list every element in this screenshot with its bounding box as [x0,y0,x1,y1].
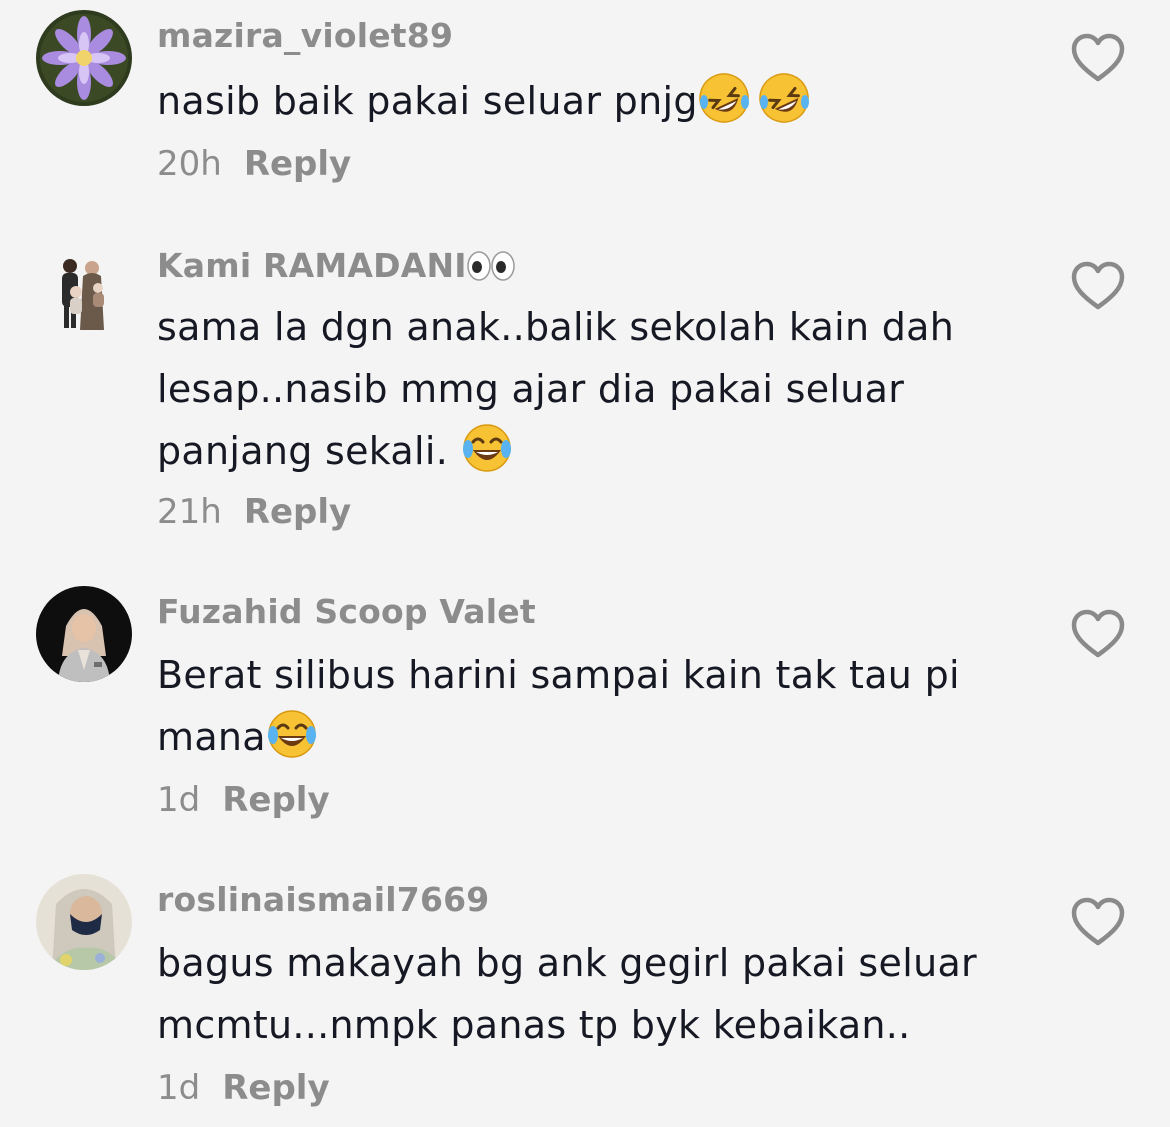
heart-outline-icon[interactable] [1070,896,1126,948]
comment-username[interactable]: Kami RAMADANI [157,246,515,285]
comment-text-line: mcmtu...nmpk panas tp byk kebaikan.. [157,1003,911,1047]
avatar[interactable] [36,10,132,106]
tears-of-joy-emoji [461,422,513,474]
comment-text-line: lesap..nasib mmg ajar dia pakai seluar [157,367,905,411]
comment-text-line: panjang sekali. [157,429,449,473]
comment-username-text: Kami RAMADANI [157,246,467,285]
comment-item: roslinaismail7669 bagus makayah bg ank g… [0,866,1170,1127]
comment-text-line: sama la dgn anak..balik sekolah kain dah [157,305,955,349]
comment-text: Berat silibus harini sampai kain tak tau… [157,644,1037,768]
comment-time: 1d [157,780,201,820]
comment-username[interactable]: mazira_violet89 [157,16,453,55]
rolling-on-floor-laughing-emoji [758,72,810,124]
comment-time: 21h [157,492,222,532]
heart-outline-icon[interactable] [1070,32,1126,84]
avatar[interactable] [36,586,132,682]
reply-button[interactable]: Reply [222,1068,329,1108]
comment-time: 1d [157,1068,201,1108]
comment-username[interactable]: roslinaismail7669 [157,880,489,919]
tears-of-joy-emoji [266,708,318,760]
comment-meta: 1d Reply [157,780,330,820]
comment-meta: 1d Reply [157,1068,330,1108]
comment-text: sama la dgn anak..balik sekolah kain dah… [157,296,1037,482]
comment-meta: 21h Reply [157,492,351,532]
avatar[interactable] [36,244,132,340]
comment-text-line: Berat silibus harini sampai kain tak tau… [157,653,960,697]
eyes-emoji [467,250,491,281]
comment-text-line-wrap: panjang sekali. [157,420,1037,482]
heart-outline-icon[interactable] [1070,260,1126,312]
avatar[interactable] [36,874,132,970]
comment-username[interactable]: Fuzahid Scoop Valet [157,592,536,631]
comment-meta: 20h Reply [157,144,351,184]
comment-text-line: nasib baik pakai seluar pnjg [157,79,698,123]
reply-button[interactable]: Reply [244,144,351,184]
comment-item: Kami RAMADANI sama la dgn anak..balik se… [0,230,1170,560]
comment-time: 20h [157,144,222,184]
heart-outline-icon[interactable] [1070,608,1126,660]
comment-text: bagus makayah bg ank gegirl pakai seluar… [157,932,1037,1056]
rolling-on-floor-laughing-emoji [698,72,750,124]
eyes-emoji [491,250,515,281]
comment-text: nasib baik pakai seluar pnjg [157,70,1037,132]
reply-button[interactable]: Reply [244,492,351,532]
comment-text-line: bagus makayah bg ank gegirl pakai seluar [157,941,977,985]
comment-text-line: mana [157,715,266,759]
comment-item: mazira_violet89 nasib baik pakai seluar … [0,0,1170,210]
comment-item: Fuzahid Scoop Valet Berat silibus harini… [0,578,1170,848]
comment-text-line-wrap: mana [157,706,1037,768]
reply-button[interactable]: Reply [222,780,329,820]
